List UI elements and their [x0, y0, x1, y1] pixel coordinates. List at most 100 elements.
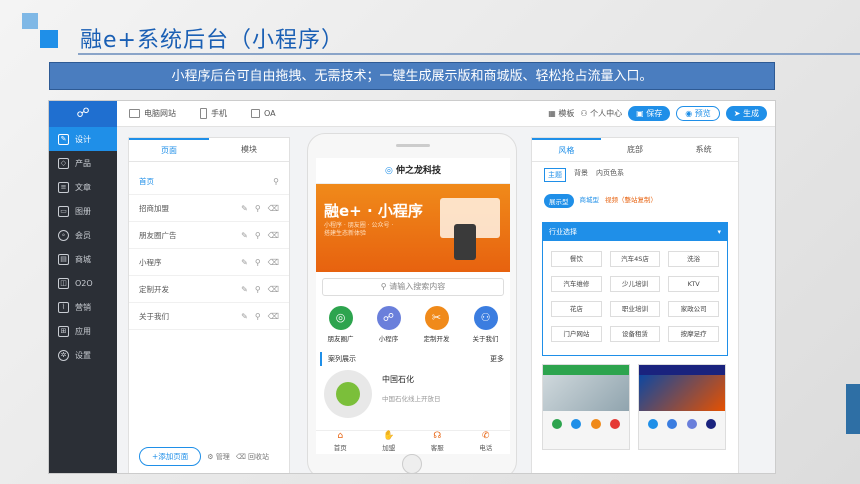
edit-icon[interactable]: ✎	[241, 231, 248, 240]
template-label: 模板	[558, 109, 575, 118]
moments-icon: ◎	[328, 306, 353, 330]
trash-icon[interactable]: ⌫	[268, 204, 279, 213]
page-row[interactable]: 朋友圈广告 ✎ ⚲ ⌫	[129, 222, 289, 249]
tab-desktop-site[interactable]: 电脑网站	[117, 101, 188, 127]
subtab-theme[interactable]: 主题	[544, 168, 566, 182]
search-icon[interactable]: ⚲	[273, 177, 279, 186]
sidebar-item-design[interactable]: ✎ 设计	[49, 127, 117, 151]
tab-oa[interactable]: OA	[239, 101, 288, 127]
phone-icon-miniprogram[interactable]: ☍ 小程序	[376, 306, 401, 348]
manage-link[interactable]: ⚙ 管理	[207, 452, 230, 462]
nav-join[interactable]: ✋ 加盟	[382, 431, 395, 452]
phone-home-button	[402, 454, 422, 473]
search-icon[interactable]: ⚲	[255, 204, 261, 213]
sidebar-item-shop[interactable]: ▤ 商城	[49, 247, 117, 271]
sidebar-logo-icon[interactable]: ☍	[49, 101, 117, 127]
trash-icon[interactable]: ⌫	[268, 312, 279, 321]
trash-icon[interactable]: ⌫	[268, 231, 279, 240]
phone-banner[interactable]: 融e+ · 小程序 小程序 · 朋友圈 · 公众号 · 搭建生态新体验	[316, 184, 510, 272]
industry-option[interactable]: 汽车4S店	[609, 251, 661, 267]
search-icon[interactable]: ⚲	[255, 231, 261, 240]
generate-button[interactable]: ➤ 生成	[725, 106, 767, 121]
industry-option[interactable]: 设备租赁	[609, 326, 661, 342]
phone-brand-header: ◎ 仲之龙科技	[316, 158, 510, 184]
pill-video[interactable]: 视频（整站复制）	[605, 194, 657, 208]
sidebar-item-member[interactable]: ∘ 会员	[49, 223, 117, 247]
sidebar-item-marketing[interactable]: ⌇ 营销	[49, 295, 117, 319]
trash-icon[interactable]: ⌫	[268, 258, 279, 267]
gear-icon: ✲	[58, 349, 69, 361]
industry-option[interactable]: 花店	[551, 301, 602, 317]
telephone-icon: ✆	[481, 431, 490, 441]
editor-canvas: 页面 模块 首页 ⚲ 招商加盟 ✎ ⚲ ⌫ 朋友圈广告 ✎ ⚲ ⌫ 小程序 ✎ ⚲ ⌫ 定制开发 ✎ ⚲…	[117, 127, 775, 473]
industry-option[interactable]: 餐饮	[551, 251, 602, 267]
industry-option[interactable]: 家政公司	[668, 301, 719, 317]
page-row[interactable]: 小程序 ✎ ⚲ ⌫	[129, 249, 289, 276]
sidebar-item-article[interactable]: ≡ 文章	[49, 175, 117, 199]
page-row[interactable]: 定制开发 ✎ ⚲ ⌫	[129, 276, 289, 303]
phone-icon-moments[interactable]: ◎ 朋友圈广	[328, 306, 354, 348]
industry-option[interactable]: 门户网站	[551, 326, 602, 342]
sidebar: ☍ ✎ 设计 ◇ 产品 ≡ 文章 ▭ 图册 ∘ 会员 ▤ 商城 ◫ O2O ⌇ 营销 ⊞ 应用 ✲…	[49, 101, 117, 473]
industry-dropdown[interactable]: 行业选择 ▾	[543, 223, 727, 241]
sidebar-item-label: 文章	[75, 182, 91, 192]
phone-icon-custom-dev[interactable]: ✂ 定制开发	[424, 306, 450, 348]
pill-mall[interactable]: 商城型	[580, 194, 600, 208]
template-link[interactable]: ▦ 模板	[548, 108, 574, 119]
tab-style[interactable]: 风格	[532, 138, 601, 161]
page-row[interactable]: 关于我们 ✎ ⚲ ⌫	[129, 303, 289, 330]
trash-icon[interactable]: ⌫	[268, 285, 279, 294]
banner-subtitle: 小程序 · 朋友圈 · 公众号 · 搭建生态新体验	[324, 222, 394, 237]
edit-icon[interactable]: ✎	[241, 312, 248, 321]
industry-option[interactable]: 少儿培训	[609, 276, 661, 292]
industry-option[interactable]: 洗浴	[668, 251, 719, 267]
case-item-title: 中国石化	[382, 375, 414, 384]
industry-option[interactable]: 按摩足疗	[668, 326, 719, 342]
sidebar-item-o2o[interactable]: ◫ O2O	[49, 271, 117, 295]
nav-phone[interactable]: ✆ 电话	[479, 431, 492, 452]
tab-footer[interactable]: 底部	[601, 138, 670, 161]
icon-label: 朋友圈广	[327, 335, 354, 343]
theme-thumbnail[interactable]	[542, 364, 630, 450]
phone-icon-about[interactable]: ⚇ 关于我们	[473, 306, 499, 348]
save-button[interactable]: ▣ 保存	[628, 106, 671, 121]
edit-icon[interactable]: ✎	[241, 258, 248, 267]
page-name: 关于我们	[139, 311, 169, 321]
pill-display[interactable]: 展示型	[544, 194, 574, 208]
page-row-home[interactable]: 首页 ⚲	[129, 168, 289, 195]
case-item[interactable]: 中国石化 中国石化线上开放日	[316, 366, 510, 424]
preview-button[interactable]: ◉ 预览	[676, 106, 720, 121]
save-label: 保存	[646, 109, 663, 118]
user-icon: ⚇	[580, 109, 588, 118]
edit-icon[interactable]: ✎	[241, 204, 248, 213]
user-icon: ∘	[58, 229, 69, 241]
nav-service[interactable]: ☊ 客服	[431, 431, 444, 452]
industry-option[interactable]: KTV	[668, 276, 719, 292]
page-row[interactable]: 招商加盟 ✎ ⚲ ⌫	[129, 195, 289, 222]
trash-icon: ⌫	[235, 452, 246, 461]
sidebar-item-apps[interactable]: ⊞ 应用	[49, 319, 117, 343]
add-page-button[interactable]: +添加页面	[139, 447, 202, 466]
sidebar-item-gallery[interactable]: ▭ 图册	[49, 199, 117, 223]
case-more-link[interactable]: 更多	[490, 354, 504, 364]
people-icon: ⚇	[473, 306, 498, 330]
search-icon[interactable]: ⚲	[255, 258, 261, 267]
sidebar-item-product[interactable]: ◇ 产品	[49, 151, 117, 175]
subtab-background[interactable]: 背景	[574, 168, 588, 182]
recycle-bin-link[interactable]: ⌫ 回收站	[236, 452, 269, 462]
tab-system[interactable]: 系统	[669, 138, 738, 161]
phone-search-input[interactable]: ⚲ 请输入搜索内容	[322, 278, 504, 296]
theme-thumbnail[interactable]	[638, 364, 726, 450]
tab-modules[interactable]: 模块	[209, 138, 289, 161]
subtab-inner-color[interactable]: 内页色系	[596, 168, 624, 182]
sidebar-item-settings[interactable]: ✲ 设置	[49, 343, 117, 367]
nav-home[interactable]: ⌂ 首页	[334, 431, 347, 452]
industry-option[interactable]: 汽车维修	[551, 276, 602, 292]
tab-pages[interactable]: 页面	[129, 138, 209, 161]
search-icon[interactable]: ⚲	[255, 285, 261, 294]
search-icon[interactable]: ⚲	[255, 312, 261, 321]
industry-option[interactable]: 职业培训	[609, 301, 661, 317]
edit-icon[interactable]: ✎	[241, 285, 248, 294]
personal-center-link[interactable]: ⚇ 个人中心	[580, 108, 622, 119]
tab-mobile[interactable]: 手机	[188, 101, 239, 127]
